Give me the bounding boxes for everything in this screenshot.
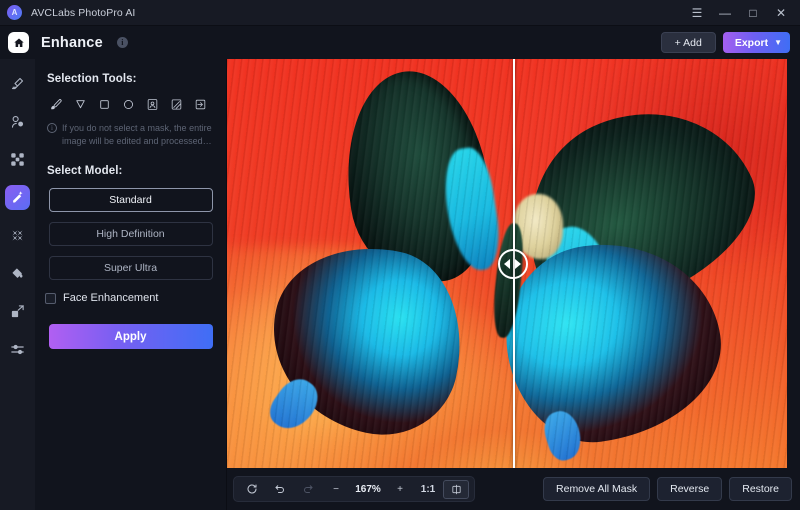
zoom-toolgroup: − 167% + 1:1 <box>233 476 475 502</box>
info-icon[interactable]: i <box>116 37 128 48</box>
zoom-level-label: 167% <box>355 483 381 495</box>
square-icon[interactable] <box>93 94 116 114</box>
tool-rail <box>0 59 35 510</box>
rotate-icon[interactable] <box>239 479 265 499</box>
reverse-button[interactable]: Reverse <box>657 477 723 501</box>
sidebar-item-resize[interactable] <box>5 299 30 324</box>
zoom-out-button[interactable]: − <box>323 479 349 499</box>
close-icon[interactable]: ✕ <box>768 2 794 24</box>
actual-size-button[interactable]: 1:1 <box>415 479 441 499</box>
sidebar-item-colorize[interactable] <box>5 261 30 286</box>
undo-icon[interactable] <box>267 479 293 499</box>
mask-actions: Remove All Mask Reverse Restore <box>543 477 792 501</box>
comparison-slider-handle[interactable] <box>497 248 528 279</box>
export-button[interactable]: Export ▼ <box>722 32 790 53</box>
sidebar-item-adjust[interactable] <box>5 337 30 362</box>
restore-button[interactable]: Restore <box>729 477 792 501</box>
app-logo-letter: A <box>11 8 18 17</box>
mask-hint-text: If you do not select a mask, the entire … <box>62 123 212 147</box>
cursor-arrow-icon[interactable] <box>69 94 92 114</box>
home-icon[interactable] <box>8 32 29 53</box>
bottom-toolbar: − 167% + 1:1 Remove All Mask Reverse Res… <box>227 468 800 510</box>
arrow-into-box-icon[interactable] <box>189 94 212 114</box>
sidebar-item-object-removal[interactable] <box>5 109 30 134</box>
hatched-frame-icon[interactable] <box>165 94 188 114</box>
sidebar-item-enhance[interactable] <box>5 185 30 210</box>
face-enhancement-checkbox[interactable] <box>45 292 56 304</box>
person-frame-icon[interactable] <box>141 94 164 114</box>
canvas-area: − 167% + 1:1 Remove All Mask Reverse Res… <box>227 59 800 510</box>
selection-tools-label: Selection Tools: <box>47 73 137 85</box>
model-standard-button[interactable]: Standard <box>48 188 213 213</box>
model-list: Standard High Definition Super Ultra <box>35 188 226 281</box>
face-enhancement-row[interactable]: Face Enhancement <box>35 290 226 304</box>
sidebar-item-upscale[interactable] <box>5 223 30 248</box>
application-window: A AVCLabs PhotoPro AI ☰ — □ ✕ Enhance i … <box>0 0 800 510</box>
title-bar: A AVCLabs PhotoPro AI ☰ — □ ✕ <box>0 0 800 26</box>
image-viewport[interactable] <box>227 59 787 468</box>
chevron-down-icon: ▼ <box>774 38 782 47</box>
options-panel: Selection Tools: i If you do not select … <box>35 59 227 510</box>
info-icon-small: i <box>47 123 57 133</box>
left-arrow-icon <box>504 258 511 269</box>
minimize-icon[interactable]: — <box>712 2 738 24</box>
selection-tools-row <box>35 85 226 114</box>
add-button[interactable]: + Add <box>660 32 716 53</box>
select-model-label: Select Model: <box>47 165 123 178</box>
page-title: Enhance <box>41 34 103 51</box>
brush-icon[interactable] <box>45 94 68 114</box>
maximize-icon[interactable]: □ <box>740 2 766 24</box>
app-logo-icon: A <box>7 5 22 20</box>
sidebar-item-retouch[interactable] <box>5 71 30 96</box>
header-actions: + Add Export ▼ <box>660 32 790 53</box>
right-arrow-icon <box>515 258 522 269</box>
remove-all-mask-button[interactable]: Remove All Mask <box>543 477 651 501</box>
redo-icon[interactable] <box>295 479 321 499</box>
apply-button[interactable]: Apply <box>48 324 213 350</box>
mask-hint: i If you do not select a mask, the entir… <box>35 114 226 148</box>
circle-icon[interactable] <box>117 94 140 114</box>
export-label: Export <box>734 36 769 49</box>
window-controls: ☰ — □ ✕ <box>684 2 794 24</box>
face-enhancement-label: Face Enhancement <box>63 292 159 305</box>
model-super-ultra-button[interactable]: Super Ultra <box>48 256 213 281</box>
page-header: Enhance i + Add Export ▼ <box>0 26 800 59</box>
sidebar-item-background[interactable] <box>5 147 30 172</box>
app-title: AVCLabs PhotoPro AI <box>31 6 136 19</box>
zoom-in-button[interactable]: + <box>387 479 413 499</box>
model-high-definition-button[interactable]: High Definition <box>48 222 213 247</box>
menu-icon[interactable]: ☰ <box>684 2 710 24</box>
split-view-icon[interactable] <box>443 479 469 499</box>
main-body: Selection Tools: i If you do not select … <box>0 59 800 510</box>
